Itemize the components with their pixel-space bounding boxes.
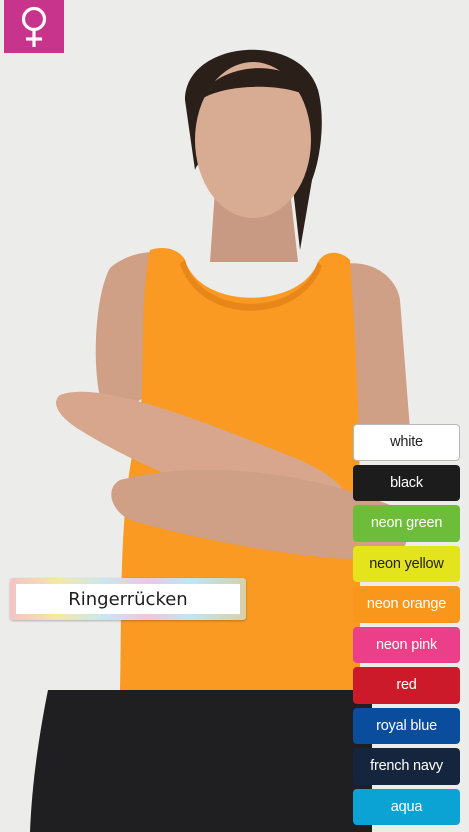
- color-swatch-royal-blue[interactable]: royal blue: [353, 707, 460, 744]
- color-swatch-black[interactable]: black: [353, 464, 460, 501]
- feature-label: Ringerrücken: [10, 578, 246, 620]
- gender-badge: [4, 0, 64, 53]
- color-swatch-neon-orange[interactable]: neon orange: [353, 586, 460, 623]
- color-swatch-neon-yellow[interactable]: neon yellow: [353, 545, 460, 582]
- color-swatch-aqua[interactable]: aqua: [353, 788, 460, 825]
- color-swatch-white[interactable]: white: [353, 424, 460, 461]
- color-swatch-red[interactable]: red: [353, 667, 460, 704]
- feature-label-text: Ringerrücken: [16, 584, 240, 614]
- female-symbol-icon: [21, 6, 47, 47]
- color-swatch-list: white black neon green neon yellow neon oran…: [353, 424, 460, 825]
- color-swatch-french-navy[interactable]: french navy: [353, 748, 460, 785]
- color-swatch-neon-pink[interactable]: neon pink: [353, 626, 460, 663]
- color-swatch-neon-green[interactable]: neon green: [353, 505, 460, 542]
